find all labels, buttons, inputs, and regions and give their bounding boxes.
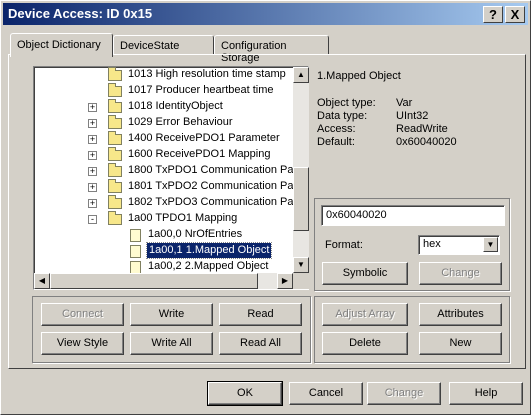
folder-icon bbox=[108, 163, 122, 177]
expand-icon[interactable]: + bbox=[88, 119, 97, 128]
object-type-label: Object type: bbox=[317, 97, 376, 109]
view-style-label: View Style bbox=[56, 337, 109, 349]
expand-icon[interactable]: + bbox=[88, 183, 97, 192]
document-icon bbox=[130, 229, 141, 242]
document-icon bbox=[130, 245, 141, 258]
default-label: Default: bbox=[317, 136, 355, 148]
read-all-button[interactable]: Read All bbox=[219, 332, 302, 355]
connect-label: Connect bbox=[62, 308, 103, 320]
tab-object-dictionary[interactable]: Object Dictionary bbox=[10, 33, 113, 57]
change-value-label: Change bbox=[441, 267, 480, 279]
format-label: Format: bbox=[325, 239, 363, 251]
tree-item-label: 1802 TxPDO3 Communication Para bbox=[128, 196, 304, 208]
write-all-label: Write All bbox=[151, 337, 192, 349]
close-icon[interactable]: X bbox=[505, 6, 525, 23]
symbolic-label: Symbolic bbox=[342, 267, 388, 279]
adjust-array-label: Adjust Array bbox=[335, 308, 395, 320]
tree-item-label: 1a00,0 NrOfEntries bbox=[148, 228, 243, 240]
ok-label: OK bbox=[237, 387, 253, 399]
folder-icon bbox=[108, 67, 122, 81]
expand-icon[interactable]: + bbox=[88, 135, 97, 144]
attributes-button[interactable]: Attributes bbox=[419, 303, 502, 326]
write-button[interactable]: Write bbox=[130, 303, 213, 326]
cancel-label: Cancel bbox=[308, 387, 344, 399]
folder-icon bbox=[108, 115, 122, 129]
tab-devicestate[interactable]: DeviceState bbox=[113, 35, 214, 55]
value-input[interactable]: 0x60040020 bbox=[321, 205, 505, 226]
tree-vertical-scrollbar[interactable]: ▲ ▼ bbox=[293, 67, 309, 273]
expand-icon[interactable]: + bbox=[88, 151, 97, 160]
tree-item-label: 1a00,1 1.Mapped Object bbox=[145, 242, 273, 259]
data-type-label: Data type: bbox=[317, 110, 368, 122]
scroll-down-icon[interactable]: ▼ bbox=[293, 257, 309, 273]
write-label: Write bbox=[158, 308, 185, 320]
tree-item-label: 1a00 TPDO1 Mapping bbox=[128, 212, 238, 224]
change-value-button[interactable]: Change bbox=[419, 262, 502, 285]
folder-icon bbox=[108, 131, 122, 145]
tree-item-label: 1800 TxPDO1 Communication Para bbox=[128, 164, 304, 176]
tree-item-label: 1017 Producer heartbeat time bbox=[128, 84, 274, 96]
tree-item-label: 1029 Error Behaviour bbox=[128, 116, 233, 128]
scroll-corner bbox=[293, 273, 309, 289]
scroll-thumb[interactable] bbox=[293, 167, 309, 231]
tree-item-label: 1018 IdentityObject bbox=[128, 100, 223, 112]
access-value: ReadWrite bbox=[396, 123, 448, 135]
folder-open-icon bbox=[108, 211, 122, 225]
scroll-left-icon[interactable]: ◀ bbox=[34, 273, 50, 289]
view-style-button[interactable]: View Style bbox=[41, 332, 124, 355]
tab-label: DeviceState bbox=[120, 40, 180, 52]
object-tree[interactable]: 1013 High resolution time stamp 1017 Pro… bbox=[33, 66, 309, 290]
expand-icon[interactable]: + bbox=[88, 103, 97, 112]
chevron-down-icon[interactable]: ▼ bbox=[483, 237, 498, 252]
folder-icon bbox=[108, 179, 122, 193]
new-label: New bbox=[449, 337, 472, 349]
format-value: hex bbox=[423, 238, 441, 250]
read-button[interactable]: Read bbox=[219, 303, 302, 326]
folder-icon bbox=[108, 83, 122, 97]
delete-label: Delete bbox=[349, 337, 381, 349]
tree-item-label: 1600 ReceivePDO1 Mapping bbox=[128, 148, 271, 160]
tree-item-label: 1801 TxPDO2 Communication Para bbox=[128, 180, 304, 192]
tab-configuration-storage[interactable]: Configuration Storage bbox=[214, 35, 329, 64]
scroll-up-icon[interactable]: ▲ bbox=[293, 67, 309, 83]
object-type-value: Var bbox=[396, 97, 413, 109]
scroll-right-icon[interactable]: ▶ bbox=[277, 273, 293, 289]
window-title: Device Access: ID 0x15 bbox=[8, 6, 153, 21]
help-button[interactable]: Help bbox=[449, 382, 523, 405]
expand-icon[interactable]: + bbox=[88, 199, 97, 208]
tree-horizontal-scrollbar[interactable]: ◀ ▶ bbox=[34, 273, 293, 289]
write-all-button[interactable]: Write All bbox=[130, 332, 213, 355]
attributes-label: Attributes bbox=[437, 308, 484, 320]
device-access-window: Device Access: ID 0x15 ? X Object Dictio… bbox=[0, 0, 531, 415]
connect-button[interactable]: Connect bbox=[41, 303, 124, 326]
data-type-value: UInt32 bbox=[396, 110, 429, 122]
change-label: Change bbox=[384, 387, 424, 399]
delete-button[interactable]: Delete bbox=[322, 332, 408, 355]
ok-button[interactable]: OK bbox=[207, 381, 283, 406]
object-heading: 1.Mapped Object bbox=[317, 70, 401, 82]
scroll-thumb[interactable] bbox=[50, 273, 258, 289]
title-bar[interactable]: Device Access: ID 0x15 ? X bbox=[3, 3, 528, 25]
read-label: Read bbox=[247, 308, 274, 320]
tree-item-label: 1400 ReceivePDO1 Parameter bbox=[128, 132, 280, 144]
help-icon[interactable]: ? bbox=[483, 6, 503, 23]
tree-item-label: 1a00,2 2.Mapped Object bbox=[148, 260, 269, 272]
tree-item-label: 1013 High resolution time stamp bbox=[128, 68, 286, 80]
adjust-array-button[interactable]: Adjust Array bbox=[322, 303, 408, 326]
access-label: Access: bbox=[317, 123, 356, 135]
change-button[interactable]: Change bbox=[367, 382, 441, 405]
folder-icon bbox=[108, 99, 122, 113]
read-all-label: Read All bbox=[240, 337, 281, 349]
expand-icon[interactable]: + bbox=[88, 167, 97, 176]
cancel-button[interactable]: Cancel bbox=[289, 382, 363, 405]
default-value: 0x60040020 bbox=[396, 136, 457, 148]
new-button[interactable]: New bbox=[419, 332, 502, 355]
folder-icon bbox=[108, 195, 122, 209]
help-label: Help bbox=[474, 387, 498, 399]
collapse-icon[interactable]: - bbox=[88, 215, 97, 224]
symbolic-button[interactable]: Symbolic bbox=[322, 262, 408, 285]
tab-label: Object Dictionary bbox=[17, 39, 101, 51]
format-select[interactable]: hex ▼ bbox=[418, 235, 500, 255]
folder-icon bbox=[108, 147, 122, 161]
